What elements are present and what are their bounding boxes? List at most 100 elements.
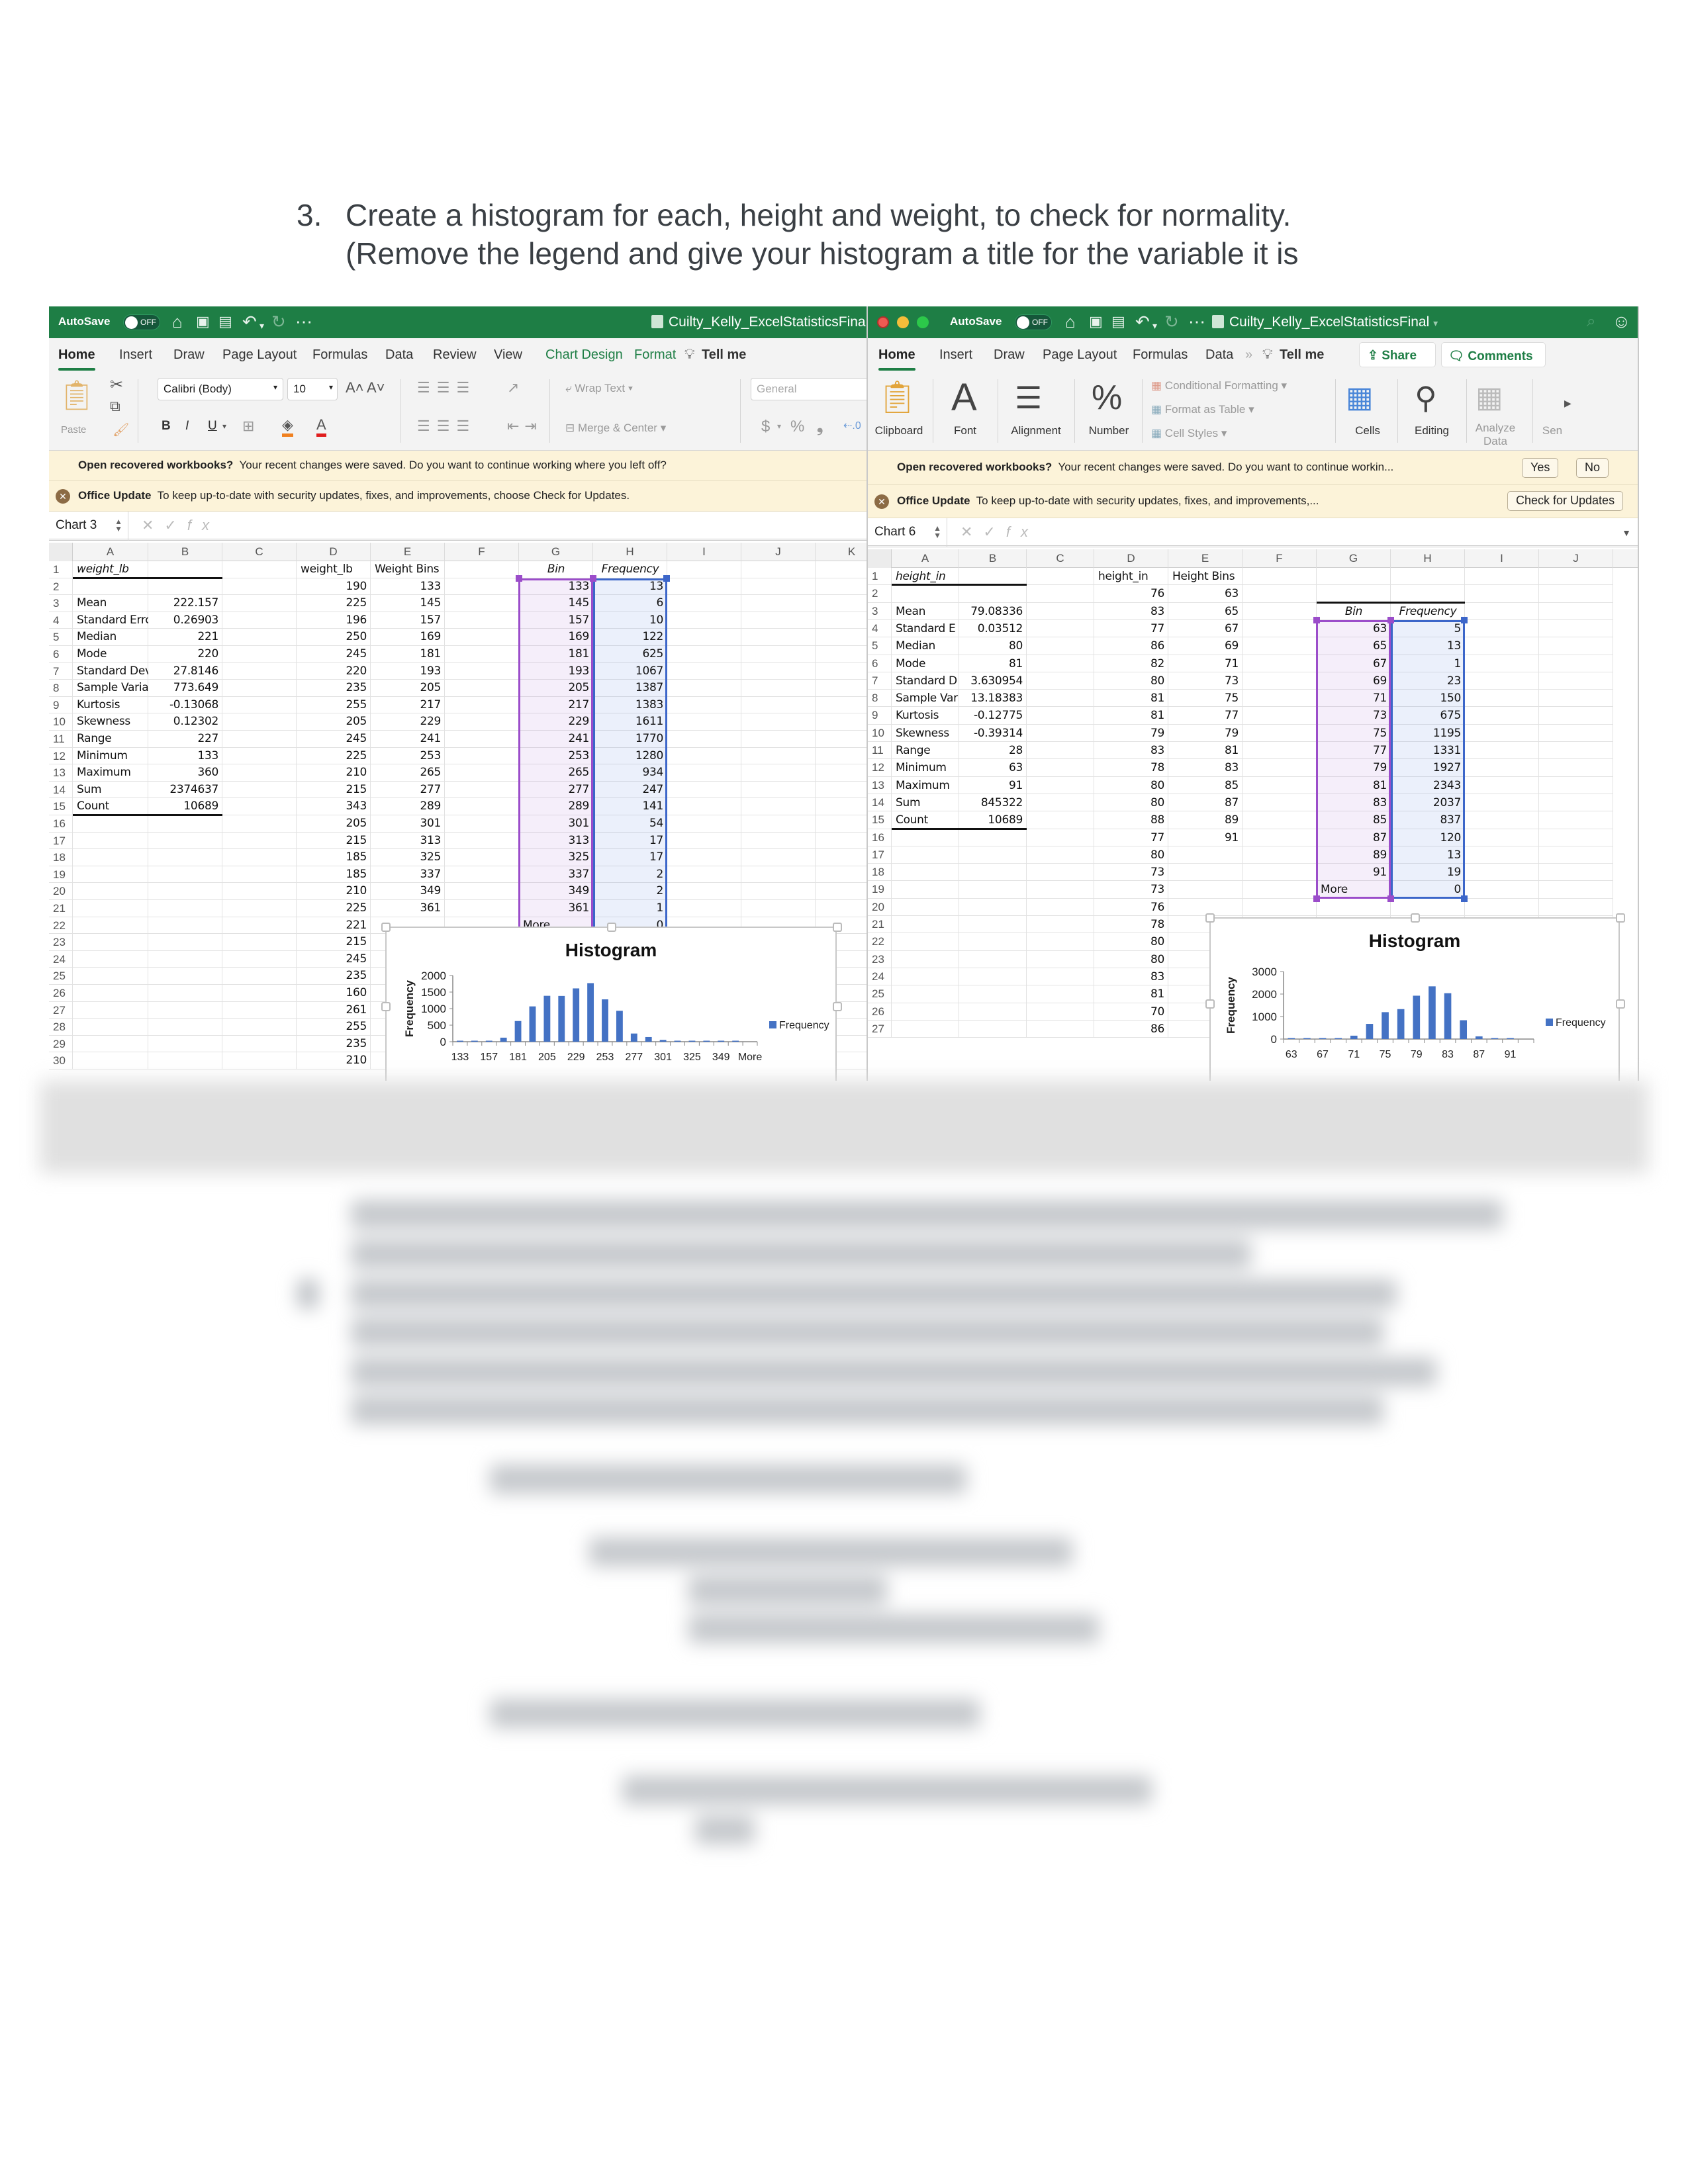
row-header-15[interactable]: 15 (868, 811, 892, 829)
comments-button[interactable]: 🗨︎ Comments (1441, 342, 1546, 367)
row-header-19[interactable]: 19 (868, 881, 892, 899)
column-d-header[interactable]: height_in (1094, 568, 1168, 585)
row-header-11[interactable]: 11 (868, 742, 892, 760)
data-cell[interactable]: 225 (297, 595, 371, 612)
row-header-14[interactable]: 14 (49, 781, 73, 799)
row-header-24[interactable]: 24 (868, 968, 892, 986)
format-as-table-button[interactable]: ▦ Format as Table ▾ (1151, 403, 1254, 416)
stat-label[interactable]: Skewness (892, 725, 959, 742)
bin-value[interactable]: 91 (1317, 864, 1391, 881)
bin-value[interactable]: 87 (1317, 829, 1391, 846)
bin-cell[interactable]: 87 (1168, 794, 1243, 811)
data-cell[interactable]: 221 (297, 917, 371, 934)
row-header-7[interactable]: 7 (49, 662, 73, 680)
column-d-header[interactable]: weight_lb (297, 561, 371, 578)
data-cell[interactable]: 215 (297, 833, 371, 850)
data-cell[interactable]: 250 (297, 629, 371, 646)
stat-value[interactable]: 63 (959, 759, 1027, 776)
bin-cell[interactable]: 91 (1168, 829, 1243, 846)
data-cell[interactable]: 78 (1094, 759, 1168, 776)
underline-button[interactable]: U (208, 419, 217, 433)
redo-icon[interactable]: ↻ (271, 312, 286, 332)
name-box[interactable]: Chart 3 ▲ ▼ (49, 512, 128, 541)
bin-value[interactable]: 157 (519, 612, 593, 629)
vertical-align-icons[interactable]: ☰☰☰ (417, 379, 476, 396)
copy-icon[interactable]: ⧉ (110, 398, 120, 415)
name-box-stepper[interactable]: ▲ ▼ (933, 524, 941, 539)
check-for-updates-button[interactable]: Check for Updates (1507, 491, 1624, 511)
frequency-value[interactable]: 23 (1391, 672, 1465, 690)
stat-label[interactable]: Minimum (73, 748, 148, 765)
stat-label[interactable]: Mode (73, 646, 148, 663)
row-header-21[interactable]: 21 (868, 916, 892, 934)
data-cell[interactable]: 215 (297, 782, 371, 799)
bin-value[interactable]: 65 (1317, 637, 1391, 655)
data-cell[interactable]: 160 (297, 985, 371, 1002)
row-header-9[interactable]: 9 (49, 696, 73, 714)
stat-value[interactable]: 28 (959, 742, 1027, 759)
select-all-corner[interactable] (868, 549, 892, 568)
dismiss-update-icon[interactable]: ✕ (874, 494, 889, 509)
row-header-26[interactable]: 26 (49, 985, 73, 1002)
column-header-d[interactable]: D (297, 543, 371, 561)
undo-dropdown-icon[interactable]: ▾ (1152, 316, 1157, 336)
more-icon[interactable]: ⋯ (295, 312, 312, 332)
data-cell[interactable]: 190 (297, 578, 371, 596)
bin-value[interactable]: 79 (1317, 759, 1391, 776)
bin-value[interactable]: 289 (519, 798, 593, 815)
data-cell[interactable]: 80 (1094, 794, 1168, 811)
font-name-select[interactable]: Calibri (Body) ▾ (158, 378, 283, 400)
data-cell[interactable]: 82 (1094, 655, 1168, 672)
share-button[interactable]: ⇪ Share (1359, 342, 1436, 367)
undo-dropdown-icon[interactable]: ▾ (259, 316, 264, 336)
stat-value[interactable]: 3.630954 (959, 672, 1027, 690)
stat-label[interactable]: Count (892, 811, 959, 829)
stat-value[interactable]: 221 (148, 629, 222, 646)
histogram-chart[interactable]: Histogram 0 1000 2000 3000 Frequency 63 67 71 75 7… (1205, 913, 1625, 1081)
bin-cell[interactable]: 193 (371, 663, 445, 680)
bin-value[interactable]: 81 (1317, 777, 1391, 794)
frequency-header[interactable]: Frequency (1391, 603, 1465, 620)
row-header-30[interactable]: 30 (49, 1052, 73, 1069)
alignment-group[interactable]: Alignment (1003, 424, 1069, 437)
data-cell[interactable]: 83 (1094, 968, 1168, 985)
bin-value[interactable]: 69 (1317, 672, 1391, 690)
stat-label[interactable]: Maximum (892, 777, 959, 794)
bin-value[interactable]: 63 (1317, 620, 1391, 637)
bin-cell[interactable]: 205 (371, 680, 445, 697)
bin-value[interactable]: 217 (519, 697, 593, 714)
stat-label[interactable]: Sample Variar (73, 680, 148, 697)
frequency-value[interactable]: 2037 (1391, 794, 1465, 811)
bin-cell[interactable]: 361 (371, 900, 445, 917)
bin-value[interactable]: 229 (519, 713, 593, 731)
row-header-17[interactable]: 17 (49, 832, 73, 850)
bin-value[interactable]: 301 (519, 815, 593, 833)
undo-icon[interactable]: ↶ (1135, 312, 1150, 332)
row-header-7[interactable]: 7 (868, 672, 892, 690)
sensitivity-button[interactable]: Sen (1539, 424, 1566, 437)
bin-cell[interactable]: 289 (371, 798, 445, 815)
row-header-6[interactable]: 6 (49, 646, 73, 663)
stat-value[interactable]: 227 (148, 731, 222, 748)
bin-value[interactable]: 83 (1317, 794, 1391, 811)
stat-value[interactable]: 773.649 (148, 680, 222, 697)
analyze-data-button[interactable]: Analyze Data (1469, 422, 1522, 448)
row-header-4[interactable]: 4 (868, 619, 892, 638)
frequency-value[interactable]: 247 (593, 782, 667, 799)
bin-cell[interactable]: 157 (371, 612, 445, 629)
tab-draw[interactable]: Draw (173, 347, 205, 363)
frequency-value[interactable]: 19 (1391, 864, 1465, 881)
row-header-13[interactable]: 13 (49, 764, 73, 782)
stat-value[interactable]: 80 (959, 637, 1027, 655)
bin-value[interactable]: 325 (519, 849, 593, 866)
stat-label[interactable]: Kurtosis (73, 697, 148, 714)
stat-label[interactable]: Sum (892, 794, 959, 811)
column-header-c[interactable]: C (222, 543, 297, 561)
tell-me-search[interactable]: Tell me (1280, 347, 1324, 363)
data-cell[interactable]: 80 (1094, 777, 1168, 794)
data-cell[interactable]: 196 (297, 612, 371, 629)
ribbon-scroll-right-icon[interactable]: ▶ (1564, 398, 1571, 409)
data-cell[interactable]: 78 (1094, 916, 1168, 933)
tab-insert[interactable]: Insert (939, 347, 972, 363)
tab-view[interactable]: View (494, 347, 522, 363)
